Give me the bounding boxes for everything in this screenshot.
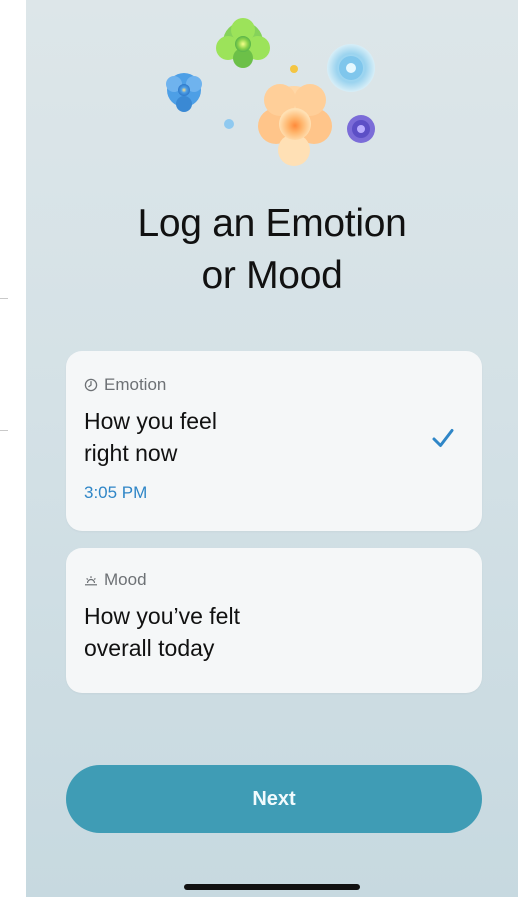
green-flower-icon <box>216 18 270 68</box>
blue-dot-icon <box>224 119 234 129</box>
emotion-option-card[interactable]: Emotion How you feel right now 3:05 PM <box>66 351 482 531</box>
emotion-kicker-label: Emotion <box>104 375 167 394</box>
mood-kicker: Mood <box>84 570 147 590</box>
purple-flower-icon <box>347 115 375 143</box>
margin-tick <box>0 430 8 431</box>
emotion-description-line-2: right now <box>84 440 178 466</box>
clock-icon <box>84 378 98 392</box>
emotion-description: How you feel right now <box>84 405 217 469</box>
mood-description-line-1: How you’ve felt <box>84 603 240 629</box>
checkmark-icon <box>432 429 454 447</box>
page-title-line-2: or Mood <box>201 254 343 297</box>
home-indicator <box>184 884 360 890</box>
cyan-flower-icon <box>327 44 375 92</box>
yellow-dot-icon <box>290 65 298 73</box>
blue-flower-icon <box>166 73 202 112</box>
right-margin <box>518 0 529 897</box>
mood-option-card[interactable]: Mood How you’ve felt overall today <box>66 548 482 693</box>
sunrise-icon <box>85 576 97 586</box>
log-emotion-screen: Log an Emotion or Mood Emotion How you f… <box>26 0 518 897</box>
mood-description-line-2: overall today <box>84 635 215 661</box>
page-title: Log an Emotion or Mood <box>26 198 518 302</box>
mood-kicker-label: Mood <box>104 570 147 589</box>
next-button[interactable]: Next <box>66 765 482 833</box>
left-margin <box>0 0 26 897</box>
emotion-time: 3:05 PM <box>84 483 148 502</box>
flowers-illustration <box>166 18 375 166</box>
margin-tick <box>0 298 8 299</box>
emotion-description-line-1: How you feel <box>84 408 217 434</box>
mood-description: How you’ve felt overall today <box>84 600 240 664</box>
page-title-line-1: Log an Emotion <box>137 202 407 245</box>
peach-flower-icon <box>258 84 332 166</box>
emotion-kicker: Emotion <box>84 375 166 395</box>
